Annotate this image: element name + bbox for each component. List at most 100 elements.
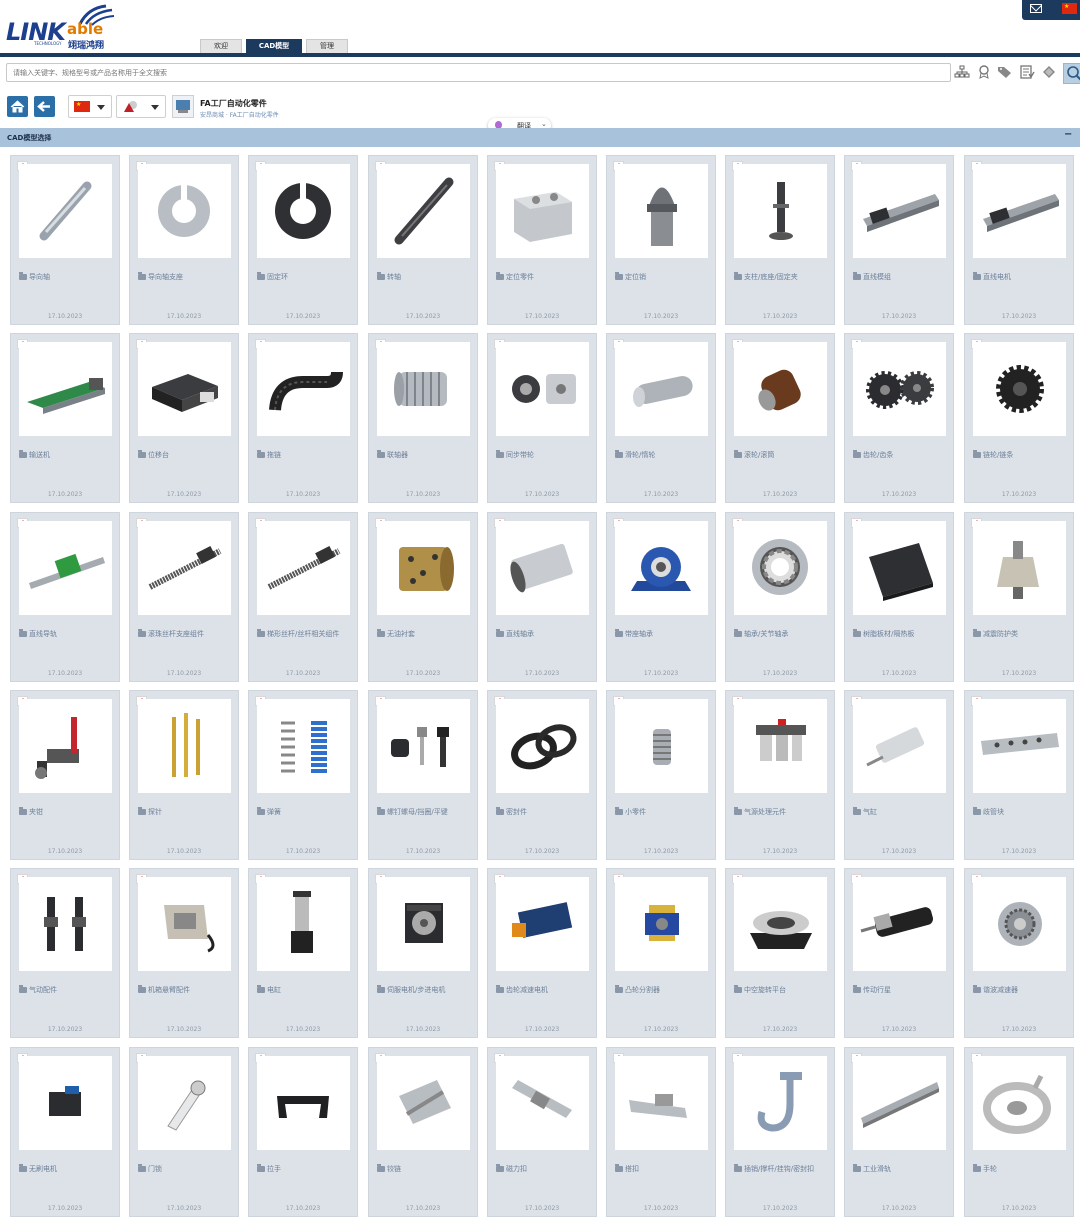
model-thumbnail[interactable] xyxy=(257,164,350,258)
model-name[interactable]: 直线轴承 xyxy=(506,629,594,639)
model-card[interactable]: 密封件 17.10.2023 xyxy=(487,690,597,860)
model-card[interactable]: 歧管块 17.10.2023 xyxy=(964,690,1074,860)
model-card[interactable]: 导向轴 17.10.2023 xyxy=(10,155,120,325)
model-name[interactable]: 传动行星 xyxy=(863,985,951,995)
model-thumbnail[interactable] xyxy=(377,342,470,436)
model-thumbnail[interactable] xyxy=(734,164,827,258)
model-thumbnail[interactable] xyxy=(496,1056,589,1150)
puzzle-icon[interactable] xyxy=(1040,65,1057,81)
model-card[interactable]: 电缸 17.10.2023 xyxy=(248,868,358,1038)
model-name[interactable]: 工业滑轨 xyxy=(863,1164,951,1174)
model-name[interactable]: 螺钉螺母/挡圈/平键 xyxy=(387,807,475,817)
model-thumbnail[interactable] xyxy=(973,877,1066,971)
model-card[interactable]: 齿轮减速电机 17.10.2023 xyxy=(487,868,597,1038)
model-name[interactable]: 齿轮减速电机 xyxy=(506,985,594,995)
model-thumbnail[interactable] xyxy=(138,1056,231,1150)
model-card[interactable]: 转轴 17.10.2023 xyxy=(368,155,478,325)
model-card[interactable]: 工业滑轨 17.10.2023 xyxy=(844,1047,954,1217)
model-card[interactable]: 输送机 17.10.2023 xyxy=(10,333,120,503)
model-thumbnail[interactable] xyxy=(377,699,470,793)
model-thumbnail[interactable] xyxy=(853,699,946,793)
collapse-button[interactable]: − xyxy=(1064,129,1072,140)
model-card[interactable]: 固定环 17.10.2023 xyxy=(248,155,358,325)
model-thumbnail[interactable] xyxy=(734,877,827,971)
model-name[interactable]: 凸轮分割器 xyxy=(625,985,713,995)
model-card[interactable]: 气源处理元件 17.10.2023 xyxy=(725,690,835,860)
model-name[interactable]: 搭扣 xyxy=(625,1164,713,1174)
model-card[interactable]: 导向轴支座 17.10.2023 xyxy=(129,155,239,325)
model-card[interactable]: 无油衬套 17.10.2023 xyxy=(368,512,478,682)
model-name[interactable]: 链轮/链条 xyxy=(983,450,1071,460)
model-name[interactable]: 铰链 xyxy=(387,1164,475,1174)
model-name[interactable]: 支柱/底座/固定夹 xyxy=(744,272,832,282)
model-thumbnail[interactable] xyxy=(734,1056,827,1150)
model-card[interactable]: 滑轮/惰轮 17.10.2023 xyxy=(606,333,716,503)
model-card[interactable]: 同步带轮 17.10.2023 xyxy=(487,333,597,503)
model-thumbnail[interactable] xyxy=(377,521,470,615)
model-name[interactable]: 门锁 xyxy=(148,1164,236,1174)
model-name[interactable]: 定位销 xyxy=(625,272,713,282)
model-thumbnail[interactable] xyxy=(615,877,708,971)
model-thumbnail[interactable] xyxy=(257,521,350,615)
model-card[interactable]: 减震防护类 17.10.2023 xyxy=(964,512,1074,682)
model-card[interactable]: 中空旋转平台 17.10.2023 xyxy=(725,868,835,1038)
model-name[interactable]: 定位零件 xyxy=(506,272,594,282)
model-name[interactable]: 减震防护类 xyxy=(983,629,1071,639)
back-button[interactable] xyxy=(34,96,55,117)
model-thumbnail[interactable] xyxy=(734,521,827,615)
model-card[interactable]: 定位零件 17.10.2023 xyxy=(487,155,597,325)
model-name[interactable]: 轴承/关节轴承 xyxy=(744,629,832,639)
model-card[interactable]: 螺钉螺母/挡圈/平键 17.10.2023 xyxy=(368,690,478,860)
tab-admin[interactable]: 管理 xyxy=(306,39,348,53)
model-card[interactable]: 凸轮分割器 17.10.2023 xyxy=(606,868,716,1038)
model-card[interactable]: 定位销 17.10.2023 xyxy=(606,155,716,325)
model-thumbnail[interactable] xyxy=(19,342,112,436)
model-card[interactable]: 直线模组 17.10.2023 xyxy=(844,155,954,325)
linkable-logo[interactable]: LINK able TECHNOLOGY 翊瑞鸿翔 xyxy=(4,4,119,51)
model-card[interactable]: 探针 17.10.2023 xyxy=(129,690,239,860)
model-card[interactable]: 位移台 17.10.2023 xyxy=(129,333,239,503)
model-name[interactable]: 无刷电机 xyxy=(29,1164,117,1174)
model-name[interactable]: 直线导轨 xyxy=(29,629,117,639)
model-card[interactable]: 伺服电机/步进电机 17.10.2023 xyxy=(368,868,478,1038)
model-thumbnail[interactable] xyxy=(496,342,589,436)
model-card[interactable]: 带座轴承 17.10.2023 xyxy=(606,512,716,682)
model-thumbnail[interactable] xyxy=(257,1056,350,1150)
model-thumbnail[interactable] xyxy=(853,521,946,615)
model-thumbnail[interactable] xyxy=(853,877,946,971)
model-thumbnail[interactable] xyxy=(257,699,350,793)
model-thumbnail[interactable] xyxy=(138,699,231,793)
model-thumbnail[interactable] xyxy=(377,1056,470,1150)
model-name[interactable]: 滚轮/滚筒 xyxy=(744,450,832,460)
model-thumbnail[interactable] xyxy=(973,1056,1066,1150)
model-name[interactable]: 输送机 xyxy=(29,450,117,460)
model-name[interactable]: 小零件 xyxy=(625,807,713,817)
model-card[interactable]: 机箱悬臂配件 17.10.2023 xyxy=(129,868,239,1038)
search-button[interactable] xyxy=(1063,63,1080,84)
model-card[interactable]: 铰链 17.10.2023 xyxy=(368,1047,478,1217)
model-thumbnail[interactable] xyxy=(734,342,827,436)
model-thumbnail[interactable] xyxy=(377,877,470,971)
model-thumbnail[interactable] xyxy=(19,1056,112,1150)
model-thumbnail[interactable] xyxy=(853,1056,946,1150)
model-thumbnail[interactable] xyxy=(973,699,1066,793)
model-thumbnail[interactable] xyxy=(257,877,350,971)
model-name[interactable]: 探针 xyxy=(148,807,236,817)
model-name[interactable]: 滚珠丝杆支座组件 xyxy=(148,629,236,639)
model-thumbnail[interactable] xyxy=(19,521,112,615)
breadcrumb[interactable]: 安昂商城 · FA工厂自动化零件 xyxy=(200,110,279,119)
model-thumbnail[interactable] xyxy=(615,1056,708,1150)
model-card[interactable]: 联轴器 17.10.2023 xyxy=(368,333,478,503)
model-card[interactable]: 直线轴承 17.10.2023 xyxy=(487,512,597,682)
model-card[interactable]: 直线电机 17.10.2023 xyxy=(964,155,1074,325)
model-name[interactable]: 联轴器 xyxy=(387,450,475,460)
model-card[interactable]: 弹簧 17.10.2023 xyxy=(248,690,358,860)
model-name[interactable]: 气动配件 xyxy=(29,985,117,995)
model-name[interactable]: 中空旋转平台 xyxy=(744,985,832,995)
model-name[interactable]: 位移台 xyxy=(148,450,236,460)
model-thumbnail[interactable] xyxy=(138,164,231,258)
tags-icon[interactable] xyxy=(996,65,1013,81)
model-name[interactable]: 同步带轮 xyxy=(506,450,594,460)
model-thumbnail[interactable] xyxy=(19,877,112,971)
model-card[interactable]: 搭扣 17.10.2023 xyxy=(606,1047,716,1217)
